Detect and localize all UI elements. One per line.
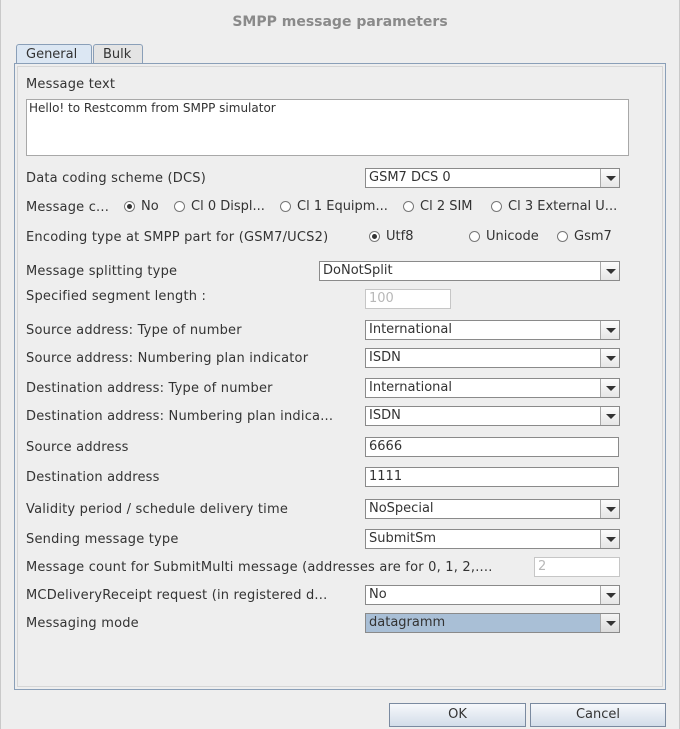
- segment-length-field: 100: [365, 289, 451, 309]
- src-address-label: Source address: [26, 440, 129, 455]
- dst-npi-label: Destination address: Numbering plan indi…: [26, 409, 334, 424]
- splitting-label: Message splitting type: [26, 264, 178, 279]
- message-class-radio-cl0[interactable]: Cl 0 Displ...: [174, 198, 265, 216]
- chevron-down-icon[interactable]: [600, 614, 619, 632]
- mode-label: Messaging mode: [26, 616, 139, 631]
- chevron-down-icon[interactable]: [600, 169, 619, 187]
- message-text-label: Message text: [26, 77, 116, 92]
- dst-npi-select[interactable]: ISDN: [365, 406, 620, 426]
- chevron-down-icon[interactable]: [600, 262, 619, 280]
- chevron-down-icon[interactable]: [600, 407, 619, 425]
- splitting-select[interactable]: DoNotSplit: [319, 261, 620, 281]
- src-ton-select[interactable]: International: [365, 320, 620, 340]
- radio-selected-icon: [124, 201, 135, 212]
- encoding-radio-gsm7[interactable]: Gsm7: [557, 228, 612, 246]
- validity-select[interactable]: NoSpecial: [365, 499, 620, 519]
- chevron-down-icon[interactable]: [600, 321, 619, 339]
- validity-label: Validity period / schedule delivery time: [26, 502, 289, 517]
- message-class-radio-cl1[interactable]: Cl 1 Equipm...: [280, 198, 388, 216]
- encoding-radio-utf8[interactable]: Utf8: [369, 228, 413, 246]
- tab-bulk[interactable]: Bulk: [93, 44, 143, 64]
- radio-icon: [280, 201, 291, 212]
- radio-icon: [469, 231, 480, 242]
- message-class-radio-cl2[interactable]: Cl 2 SIM: [403, 198, 473, 216]
- mode-select[interactable]: datagramm: [365, 613, 620, 633]
- chevron-down-icon[interactable]: [600, 530, 619, 548]
- message-class-label: Message c...: [26, 200, 110, 215]
- src-npi-select[interactable]: ISDN: [365, 348, 620, 368]
- message-class-radio-no[interactable]: No: [124, 198, 159, 216]
- dst-ton-select[interactable]: International: [365, 378, 620, 398]
- send-type-select[interactable]: SubmitSm: [365, 529, 620, 549]
- message-class-radio-cl3[interactable]: Cl 3 External U...: [491, 198, 617, 216]
- src-npi-label: Source address: Numbering plan indicator: [26, 351, 309, 366]
- dlr-select[interactable]: No: [365, 585, 620, 605]
- dialog-title: SMPP message parameters: [232, 14, 448, 30]
- radio-icon: [557, 231, 568, 242]
- dcs-select[interactable]: GSM7 DCS 0: [365, 168, 620, 188]
- src-ton-label: Source address: Type of number: [26, 323, 242, 338]
- radio-icon: [174, 201, 185, 212]
- ok-button[interactable]: OK: [389, 703, 526, 727]
- dst-address-label: Destination address: [26, 470, 160, 485]
- dcs-value: GSM7 DCS 0: [369, 170, 451, 185]
- encoding-radio-unicode[interactable]: Unicode: [469, 228, 539, 246]
- radio-icon: [491, 201, 502, 212]
- tab-general[interactable]: General: [16, 44, 92, 64]
- chevron-down-icon[interactable]: [600, 349, 619, 367]
- encoding-label: Encoding type at SMPP part for (GSM7/UCS…: [26, 230, 329, 245]
- chevron-down-icon[interactable]: [600, 379, 619, 397]
- src-address-field[interactable]: 6666: [365, 437, 619, 457]
- send-type-label: Sending message type: [26, 532, 179, 547]
- submit-multi-label: Message count for SubmitMulti message (a…: [26, 560, 493, 575]
- radio-selected-icon: [369, 231, 380, 242]
- message-text-area[interactable]: Hello! to Restcomm from SMPP simulator: [26, 99, 629, 156]
- dcs-label: Data coding scheme (DCS): [26, 171, 206, 186]
- radio-icon: [403, 201, 414, 212]
- dst-ton-label: Destination address: Type of number: [26, 381, 273, 396]
- submit-multi-count-field: 2: [534, 557, 620, 577]
- dst-address-field[interactable]: 1111: [365, 467, 619, 487]
- segment-length-label: Specified segment length :: [26, 289, 207, 304]
- smpp-parameters-dialog: SMPP message parameters General Bulk Mes…: [0, 0, 680, 729]
- cancel-button[interactable]: Cancel: [530, 703, 666, 727]
- chevron-down-icon[interactable]: [600, 586, 619, 604]
- chevron-down-icon[interactable]: [600, 500, 619, 518]
- dlr-label: MCDeliveryReceipt request (in registered…: [26, 588, 328, 603]
